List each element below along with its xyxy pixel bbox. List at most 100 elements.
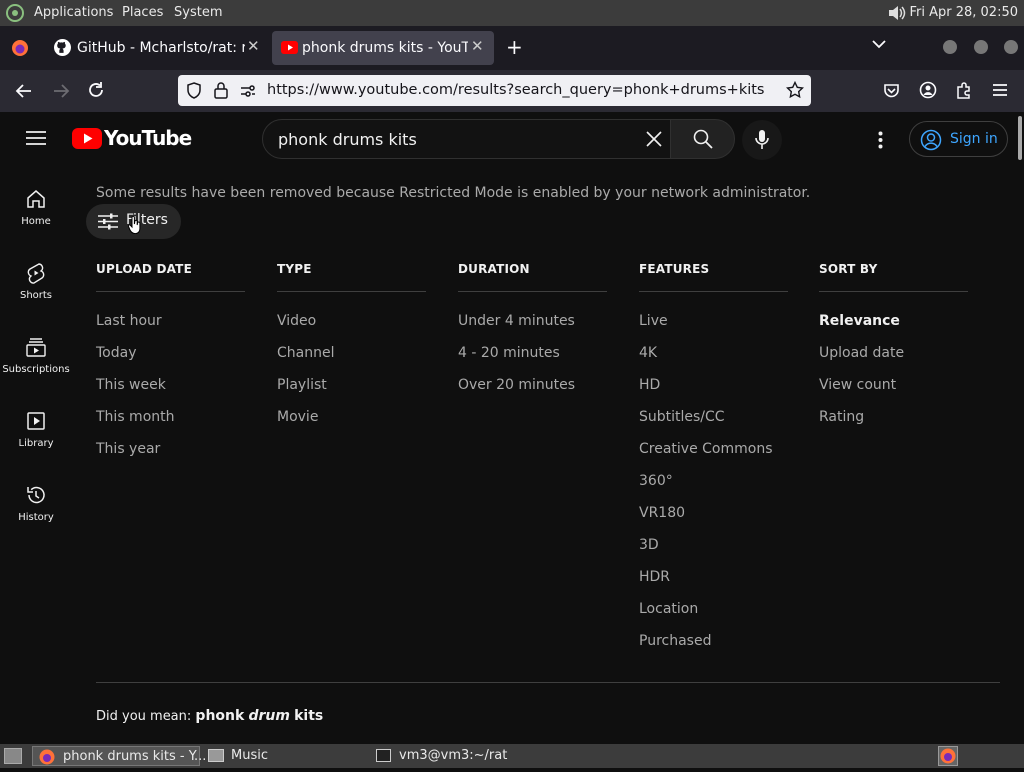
pocket-icon[interactable] (883, 82, 900, 103)
menu-applications[interactable]: Applications (34, 5, 113, 20)
sidebar-item-library[interactable]: Library (0, 410, 72, 480)
back-arrow-icon[interactable] (15, 82, 33, 104)
tab-title: phonk drums kits - YouTube (302, 40, 468, 56)
search-query-text[interactable]: phonk drums kits (278, 130, 417, 149)
filter-option[interactable]: This month (96, 401, 245, 433)
voice-search-button[interactable] (742, 120, 782, 160)
filter-option[interactable]: View count (819, 369, 968, 401)
filter-option[interactable]: Under 4 minutes (458, 305, 607, 337)
os-logo-icon[interactable] (6, 4, 24, 26)
tab-list-chevron-icon[interactable] (871, 36, 887, 56)
taskbar-label: vm3@vm3:~/rat (399, 748, 508, 763)
youtube-logo-icon[interactable] (72, 128, 102, 153)
youtube-masthead: YouTube phonk drums kits Sign in (0, 112, 1024, 168)
taskbar-label: Music (231, 748, 268, 763)
sidebar-label: Library (18, 438, 54, 449)
volume-icon[interactable] (886, 3, 908, 27)
filter-heading: SORT BY (819, 262, 968, 292)
guide-menu-icon[interactable] (26, 130, 46, 150)
clear-search-icon[interactable] (645, 130, 663, 152)
filter-option[interactable]: Upload date (819, 337, 968, 369)
menu-places[interactable]: Places (122, 5, 163, 20)
folder-icon (208, 749, 224, 762)
new-tab-button[interactable]: + (506, 35, 523, 59)
filter-option[interactable]: VR180 (639, 497, 788, 529)
search-input[interactable]: phonk drums kits (262, 119, 671, 159)
filter-option[interactable]: Live (639, 305, 788, 337)
filter-option[interactable]: Location (639, 593, 788, 625)
more-options-icon[interactable] (878, 131, 883, 153)
sidebar-item-home[interactable]: Home (0, 188, 72, 258)
sidebar-item-shorts[interactable]: Shorts (0, 262, 72, 332)
firefox-menu-icon[interactable] (11, 39, 29, 61)
did-you-mean: Did you mean: phonk drum kits (96, 708, 323, 724)
sign-in-button[interactable]: Sign in (909, 121, 1008, 157)
taskbar-item-firefox[interactable]: phonk drums kits - Y... (32, 746, 206, 766)
did-you-mean-link[interactable]: phonk drum kits (195, 708, 324, 724)
filter-option[interactable]: 4K (639, 337, 788, 369)
filters-button[interactable]: Filters (86, 204, 181, 239)
sign-in-label: Sign in (950, 131, 998, 147)
filter-option[interactable]: HD (639, 369, 788, 401)
microphone-icon (755, 130, 769, 149)
bookmark-star-icon[interactable] (785, 80, 805, 103)
hand-cursor-icon (127, 215, 142, 238)
sidebar-label: Subscriptions (2, 364, 70, 375)
filter-option[interactable]: Today (96, 337, 245, 369)
filter-option[interactable]: Over 20 minutes (458, 369, 607, 401)
reload-icon[interactable] (87, 81, 105, 103)
taskbar-item-terminal[interactable]: vm3@vm3:~/rat (372, 746, 552, 766)
filter-option[interactable]: Movie (277, 401, 426, 433)
tracking-shield-icon[interactable] (186, 82, 202, 103)
suggestion-part: kits (294, 708, 324, 724)
lock-icon[interactable] (214, 82, 228, 103)
filter-option-selected[interactable]: Relevance (819, 305, 968, 337)
page-scrollbar[interactable] (1016, 112, 1024, 744)
close-tab-icon[interactable]: ✕ (247, 37, 260, 55)
scrollbar-thumb[interactable] (1018, 116, 1022, 160)
menu-system[interactable]: System (174, 5, 222, 20)
filter-option[interactable]: Video (277, 305, 426, 337)
workspace-switcher[interactable] (938, 746, 958, 766)
tab-github[interactable]: GitHub - Mcharlsto/rat: rat ✕ (44, 31, 270, 65)
maximize-window-button[interactable] (974, 40, 988, 54)
filter-option[interactable]: Channel (277, 337, 426, 369)
filter-option[interactable]: Last hour (96, 305, 245, 337)
filter-option[interactable]: Creative Commons (639, 433, 788, 465)
minimize-window-button[interactable] (943, 40, 957, 54)
filter-option[interactable]: This year (96, 433, 245, 465)
history-icon (27, 486, 45, 504)
filter-option[interactable]: 360° (639, 465, 788, 497)
filter-group-upload-date: UPLOAD DATE Last hour Today This week Th… (96, 262, 245, 465)
filter-sliders-icon (98, 213, 118, 234)
filter-option[interactable]: 4 - 20 minutes (458, 337, 607, 369)
filter-option[interactable]: HDR (639, 561, 788, 593)
url-text[interactable]: https://www.youtube.com/results?search_q… (267, 82, 764, 98)
account-icon[interactable] (919, 81, 937, 103)
filter-option[interactable]: Playlist (277, 369, 426, 401)
close-window-button[interactable] (1004, 40, 1018, 54)
filter-option[interactable]: Purchased (639, 625, 788, 657)
filter-option[interactable]: 3D (639, 529, 788, 561)
youtube-logo-text[interactable]: YouTube (104, 126, 192, 150)
os-top-panel: Applications Places System Fri Apr 28, 0… (0, 0, 1024, 26)
sidebar-item-history[interactable]: History (0, 484, 72, 554)
forward-arrow-icon[interactable] (52, 82, 70, 104)
app-menu-icon[interactable] (992, 82, 1008, 102)
show-desktop-icon[interactable] (4, 748, 22, 764)
close-tab-icon[interactable]: ✕ (471, 37, 484, 55)
firefox-icon (39, 749, 55, 772)
divider (96, 682, 1000, 683)
taskbar-item-music[interactable]: Music (204, 746, 364, 766)
filter-option[interactable]: Rating (819, 401, 968, 433)
filter-option[interactable]: This week (96, 369, 245, 401)
search-button[interactable] (670, 119, 735, 159)
url-bar[interactable]: https://www.youtube.com/results?search_q… (178, 75, 811, 106)
tab-title: GitHub - Mcharlsto/rat: rat (77, 40, 245, 56)
filter-option[interactable]: Subtitles/CC (639, 401, 788, 433)
user-avatar-icon (920, 129, 942, 155)
sidebar-item-subscriptions[interactable]: Subscriptions (0, 336, 72, 406)
permissions-icon[interactable] (240, 83, 256, 102)
tab-youtube[interactable]: phonk drums kits - YouTube ✕ (272, 31, 494, 65)
extensions-icon[interactable] (955, 81, 973, 103)
